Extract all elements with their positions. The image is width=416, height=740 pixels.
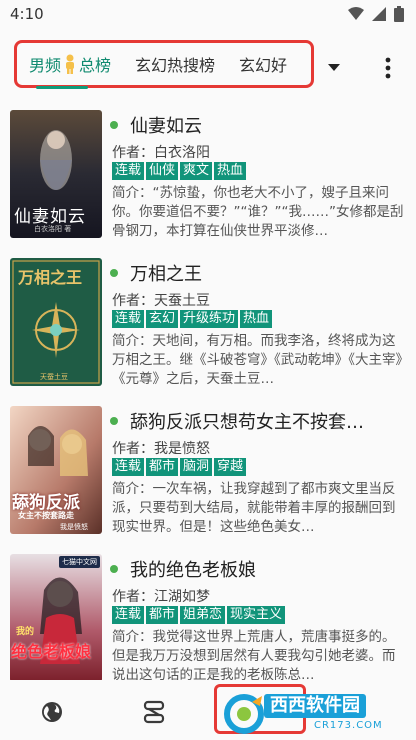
tag: 爽文	[180, 162, 213, 180]
book-item[interactable]: 七猫中文网 我的 绝色老板娘 我的绝色老板娘 作者：江湖如梦 连载 都市 姐弟恋…	[0, 544, 416, 680]
battery-icon	[394, 6, 404, 22]
tab-xuanhuan-hot-search[interactable]: 玄幻热搜榜	[123, 43, 227, 85]
book-list[interactable]: 仙妻如云 白衣洛阳 著 仙妻如云 作者：白衣洛阳 连载 仙侠 爽文 热血 简介：…	[0, 100, 416, 680]
book-cover[interactable]: 舔狗反派 女主不按套路走 我是愤怒	[10, 406, 102, 534]
more-options-button[interactable]	[378, 52, 398, 84]
book-intro: 简介：天地间，有万相。而我李洛，终将成为这万相之王。继《斗破苍穹》《武动乾坤》《…	[112, 333, 403, 387]
globe-icon	[42, 702, 62, 722]
update-dot	[110, 121, 118, 129]
book-title-row[interactable]: 舔狗反派只想苟女主不按套…	[110, 408, 410, 434]
bottom-navigation: 西西软件园 CR173.COM	[0, 684, 416, 740]
tabs-highlight-box: 男频 总榜 玄幻热搜榜 玄幻好	[14, 40, 314, 88]
cover-subtitle: 女主不按套路走	[18, 511, 74, 520]
active-tab-indicator	[36, 86, 88, 89]
update-dot	[110, 269, 118, 277]
book-intro: 简介：“苏惊蛰，你也老大不小了，嫂子且来问你。你要道侣不要？”“谁？”“我……”…	[112, 185, 404, 239]
book-tags: 连载 玄幻 升级练功 热血	[112, 310, 273, 328]
bookshelf-icon	[143, 700, 165, 724]
book-intro: 简介：一次车祸，让我穿越到了都市爽文里当反派，只要苟到大结局，就能带着丰厚的报酬…	[112, 481, 396, 535]
tag: 升级练功	[180, 310, 239, 328]
tag: 仙侠	[146, 162, 179, 180]
watermark-title: 西西软件园	[264, 694, 366, 718]
status-bar: 4:10	[0, 0, 416, 30]
cover-badge: 七猫中文网	[59, 556, 100, 568]
tabs-scroller[interactable]: 男频 总榜 玄幻热搜榜 玄幻好	[17, 43, 299, 85]
cover-subtitle: 天蚕土豆	[40, 373, 68, 381]
book-tags: 连载 都市 姐弟恋 现实主义	[112, 606, 286, 624]
book-item[interactable]: 仙妻如云 白衣洛阳 著 仙妻如云 作者：白衣洛阳 连载 仙侠 爽文 热血 简介：…	[0, 100, 416, 248]
status-time: 4:10	[10, 5, 44, 23]
tag: 都市	[146, 606, 179, 624]
cover-title: 万相之王	[18, 268, 83, 287]
book-author: 作者：江湖如梦	[112, 589, 210, 605]
update-dot	[110, 417, 118, 425]
watermark-subtitle: CR173.COM	[314, 720, 383, 731]
cover-author: 我是愤怒	[60, 523, 88, 531]
tab-label: 玄幻好	[239, 56, 288, 75]
tag: 热血	[214, 162, 247, 180]
tab-male-overall[interactable]: 男频 总榜	[17, 43, 123, 85]
nav-bookshelf[interactable]	[136, 694, 172, 730]
tab-xuanhuan-good[interactable]: 玄幻好	[227, 43, 299, 85]
tag: 连载	[112, 162, 145, 180]
tab-label: 玄幻热搜榜	[135, 56, 216, 75]
tab-dropdown-button[interactable]	[322, 56, 346, 80]
more-vertical-icon	[385, 57, 391, 79]
book-tags: 连载 都市 脑洞 穿越	[112, 458, 247, 476]
book-title: 舔狗反派只想苟女主不按套…	[130, 412, 364, 433]
book-title-row[interactable]: 我的绝色老板娘	[110, 556, 410, 582]
book-title: 我的绝色老板娘	[130, 560, 256, 581]
tag: 玄幻	[146, 310, 179, 328]
wifi-icon	[348, 7, 364, 20]
person-icon	[66, 54, 75, 74]
tag: 脑洞	[180, 458, 213, 476]
book-intro: 简介：我觉得这世界上荒唐人，荒唐事挺多的。但是我万万没想到居然有人要我勾引她老婆…	[112, 629, 396, 680]
cover-subtitle: 我的	[16, 627, 35, 637]
book-author: 作者：我是愤怒	[112, 441, 210, 457]
status-icons	[348, 6, 404, 22]
caret-down-icon	[328, 64, 340, 71]
book-title: 仙妻如云	[130, 116, 202, 137]
update-dot	[110, 565, 118, 573]
book-cover[interactable]: 七猫中文网 我的 绝色老板娘	[10, 554, 102, 680]
tag: 连载	[112, 458, 145, 476]
book-cover[interactable]: 万相之王 天蚕土豆	[10, 258, 102, 386]
book-title-row[interactable]: 仙妻如云	[110, 112, 410, 138]
book-tags: 连载 仙侠 爽文 热血	[112, 162, 247, 180]
category-tab-bar: 男频 总榜 玄幻热搜榜 玄幻好	[0, 30, 416, 92]
tag: 热血	[240, 310, 273, 328]
book-cover[interactable]: 仙妻如云 白衣洛阳 著	[10, 110, 102, 238]
book-author: 作者：天蚕土豆	[112, 293, 210, 309]
signal-icon	[372, 7, 386, 21]
nav-discover[interactable]	[34, 694, 70, 730]
tab-label: 男频	[29, 56, 62, 75]
book-author: 作者：白衣洛阳	[112, 145, 210, 161]
watermark: 西西软件园 CR173.COM	[220, 692, 412, 736]
book-item[interactable]: 舔狗反派 女主不按套路走 我是愤怒 舔狗反派只想苟女主不按套… 作者：我是愤怒 …	[0, 396, 416, 544]
tag: 现实主义	[227, 606, 286, 624]
book-title: 万相之王	[130, 264, 202, 285]
tag: 姐弟恋	[180, 606, 226, 624]
cover-subtitle: 白衣洛阳 著	[34, 225, 72, 233]
tab-label-2: 总榜	[79, 56, 112, 75]
tag: 连载	[112, 606, 145, 624]
tag: 连载	[112, 310, 145, 328]
book-title-row[interactable]: 万相之王	[110, 260, 410, 286]
book-item[interactable]: 万相之王 天蚕土豆 万相之王 作者：天蚕土豆 连载 玄幻 升级练功 热血 简介：…	[0, 248, 416, 396]
cover-title: 绝色老板娘	[11, 642, 92, 661]
tag: 穿越	[214, 458, 247, 476]
app-logo-icon	[224, 694, 264, 734]
tag: 都市	[146, 458, 179, 476]
